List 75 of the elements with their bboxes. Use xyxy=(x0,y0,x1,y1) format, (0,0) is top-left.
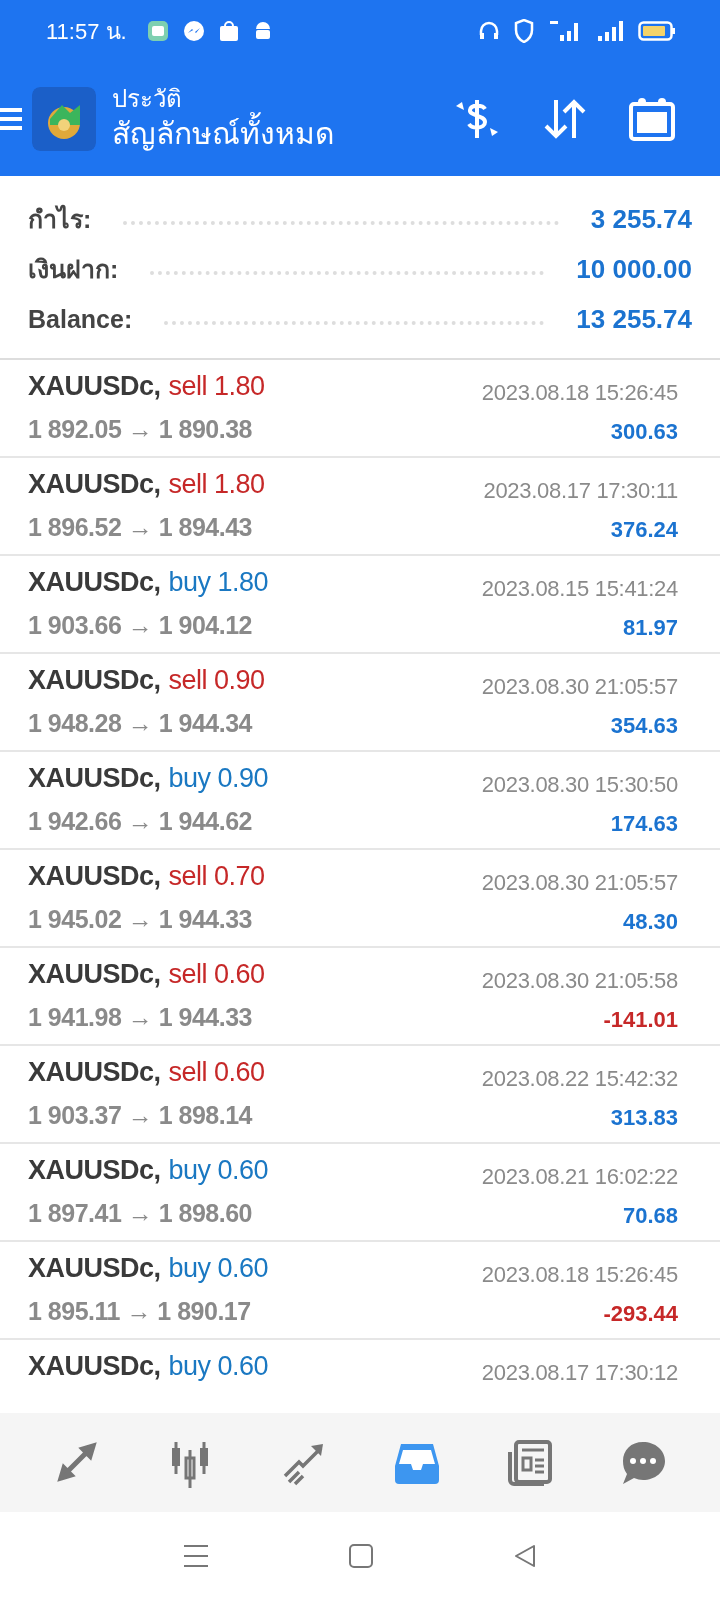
trade-profit: -293.44 xyxy=(603,1301,678,1327)
trade-profit: 300.63 xyxy=(610,419,678,445)
trade-time: 2023.08.30 15:30:50 xyxy=(481,772,678,798)
trade-action: buy 0.60 xyxy=(168,1253,269,1284)
trade-action: buy 0.60 xyxy=(168,1351,269,1382)
trade-action: sell 1.80 xyxy=(168,469,265,500)
symbol-name: XAUUSDc, xyxy=(28,1057,161,1088)
trade-prices: 1 892.05 → 1 890.38 xyxy=(28,415,254,445)
back-icon[interactable] xyxy=(513,1544,537,1568)
symbol-name: XAUUSDc, xyxy=(28,1253,161,1284)
symbol-name: XAUUSDc, xyxy=(28,861,161,892)
trade-time: 2023.08.18 15:26:45 xyxy=(481,380,678,406)
symbol-name: XAUUSDc, xyxy=(28,567,161,598)
trade-action: sell 1.80 xyxy=(168,371,265,402)
trade-profit: 70.68 xyxy=(622,1203,678,1229)
trade-profit: 354.63 xyxy=(610,713,678,739)
summary-label: เงินฝาก: xyxy=(28,254,119,285)
symbol-name: XAUUSDc, xyxy=(28,959,161,990)
symbol-filter[interactable]: สัญลักษณ์ทั้งหมด xyxy=(112,114,412,154)
trade-profit: 376.24 xyxy=(610,517,678,543)
trade-prices: 1 948.28 → 1 944.34 xyxy=(28,709,254,739)
symbol-name: XAUUSDc, xyxy=(28,763,161,794)
trade-time: 2023.08.30 21:05:57 xyxy=(481,870,678,896)
trade-prices: 1 941.98 → 1 944.33 xyxy=(28,1003,254,1033)
trade-prices: 1 945.02 → 1 944.33 xyxy=(28,905,254,935)
trade-time: 2023.08.22 15:42:32 xyxy=(481,1066,678,1092)
chat-bubble-icon xyxy=(182,20,205,42)
summary-value: 13 255.74 xyxy=(576,303,692,335)
trade-time: 2023.08.30 21:05:58 xyxy=(481,968,678,994)
trade-time: 2023.08.21 16:02:22 xyxy=(481,1164,678,1190)
status-time: 11:57 น. xyxy=(46,17,127,46)
trade-prices: 1 903.37 → 1 898.14 xyxy=(28,1101,254,1131)
summary-value: 3 255.74 xyxy=(590,203,692,235)
menu-icon[interactable] xyxy=(0,108,22,130)
trade-action: sell 0.90 xyxy=(168,665,265,696)
summary-label: กำไร: xyxy=(28,203,92,235)
trade-profit: -141.01 xyxy=(603,1007,678,1033)
trade-time: 2023.08.17 17:30:12 xyxy=(481,1360,678,1386)
trade-action: sell 0.70 xyxy=(168,861,265,892)
trade-profit: 174.63 xyxy=(610,811,678,837)
shield-icon xyxy=(514,19,534,43)
trade-time: 2023.08.30 21:05:57 xyxy=(481,674,678,700)
trade-prices: 1 895.11 → 1 890.17 xyxy=(28,1297,252,1327)
trade-prices: 1 897.41 → 1 898.60 xyxy=(28,1199,254,1229)
trade-action: sell 0.60 xyxy=(168,959,265,990)
trade-action: sell 0.60 xyxy=(168,1057,265,1088)
trade-time: 2023.08.17 17:30:11 xyxy=(483,478,678,504)
trade-prices: 1 903.66 → 1 904.12 xyxy=(28,611,254,641)
trade-prices: 1 942.66 → 1 944.62 xyxy=(28,807,254,837)
trade-time: 2023.08.18 15:26:45 xyxy=(481,1262,678,1288)
symbol-name: XAUUSDc, xyxy=(28,469,161,500)
calendar-icon[interactable] xyxy=(628,96,676,142)
symbol-name: XAUUSDc, xyxy=(28,1155,161,1186)
headphones-icon xyxy=(478,20,500,42)
trade-profit: 313.83 xyxy=(610,1105,678,1131)
home-icon[interactable] xyxy=(349,1544,373,1568)
signal-icon xyxy=(596,19,624,43)
trade-time: 2023.08.15 15:41:24 xyxy=(481,576,678,602)
trade-action: buy 0.60 xyxy=(168,1155,269,1186)
screen-title: ประวัติ xyxy=(112,84,183,112)
summary-label: Balance: xyxy=(28,304,133,334)
battery-icon xyxy=(638,20,676,42)
summary-value: 10 000.00 xyxy=(576,253,692,285)
shopping-bag-icon xyxy=(218,20,239,42)
symbol-name: XAUUSDc, xyxy=(28,371,161,402)
app-icon xyxy=(146,20,169,42)
trade-profit: 81.97 xyxy=(622,615,678,641)
app-logo-icon xyxy=(32,87,96,151)
symbol-name: XAUUSDc, xyxy=(28,665,161,696)
menu-icon[interactable] xyxy=(183,1544,209,1568)
trade-action: buy 1.80 xyxy=(168,567,269,598)
trade-prices: 1 896.52 → 1 894.43 xyxy=(28,513,254,543)
trade-profit: 48.30 xyxy=(622,909,678,935)
trade-action: buy 0.90 xyxy=(168,763,269,794)
symbol-name: XAUUSDc, xyxy=(28,1351,161,1382)
